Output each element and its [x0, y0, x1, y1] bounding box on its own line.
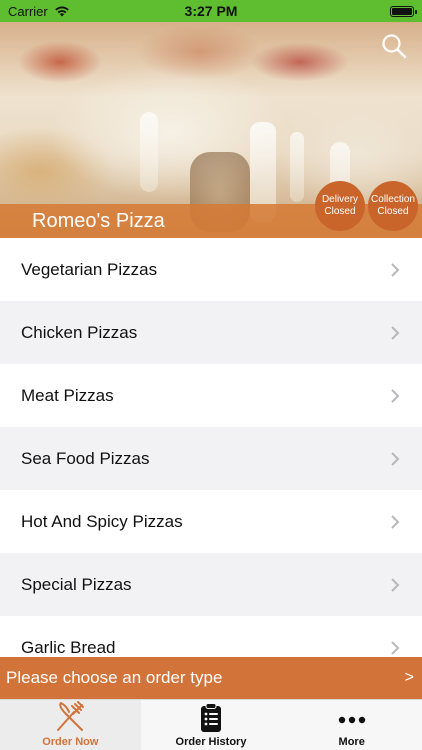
tab-label: Order History — [175, 736, 247, 748]
category-item-sea-food-pizzas[interactable]: Sea Food Pizzas — [0, 427, 422, 490]
category-list: Vegetarian Pizzas Chicken Pizzas Meat Pi… — [0, 238, 422, 657]
category-item-garlic-bread[interactable]: Garlic Bread — [0, 616, 422, 657]
category-label: Garlic Bread — [21, 637, 116, 657]
carrier-label: Carrier — [8, 3, 48, 19]
category-label: Sea Food Pizzas — [21, 448, 150, 468]
category-label: Vegetarian Pizzas — [21, 259, 158, 279]
status-left: Carrier — [8, 4, 70, 19]
order-type-prompt: Please choose an order type — [6, 668, 223, 687]
battery-icon — [390, 5, 417, 17]
category-label: Meat Pizzas — [21, 385, 114, 405]
category-item-special-pizzas[interactable]: Special Pizzas — [0, 553, 422, 616]
order-type-arrow: > — [404, 669, 414, 686]
delivery-badge-line1: Delivery — [321, 194, 359, 205]
collection-status-badge: Collection Closed — [368, 181, 418, 231]
chevron-right-icon — [391, 577, 400, 592]
restaurant-hero-image: Romeo's Pizza Delivery Closed Collection… — [0, 22, 422, 238]
category-label: Special Pizzas — [21, 574, 132, 594]
delivery-badge-line2: Closed — [324, 206, 356, 217]
choose-order-type-button[interactable]: Please choose an order type > — [0, 657, 422, 699]
collection-badge-line2: Closed — [377, 206, 409, 217]
category-item-meat-pizzas[interactable]: Meat Pizzas — [0, 364, 422, 427]
restaurant-name: Romeo's Pizza — [32, 210, 165, 232]
tab-bar: Order Now Order History More — [0, 699, 422, 750]
chevron-right-icon — [391, 262, 400, 277]
tab-label: Order Now — [42, 736, 99, 748]
more-dots-icon — [338, 716, 365, 724]
chevron-right-icon — [391, 388, 400, 403]
category-label: Chicken Pizzas — [21, 322, 138, 342]
chevron-right-icon — [391, 514, 400, 529]
category-item-vegetarian-pizzas[interactable]: Vegetarian Pizzas — [0, 238, 422, 301]
chevron-right-icon — [391, 451, 400, 466]
clipboard-list-icon — [201, 703, 221, 732]
chevron-right-icon — [391, 325, 400, 340]
fork-knife-icon — [57, 701, 85, 731]
tab-order-now[interactable]: Order Now — [0, 700, 141, 750]
search-icon[interactable] — [380, 32, 408, 60]
collection-badge-line1: Collection — [371, 194, 415, 205]
category-item-chicken-pizzas[interactable]: Chicken Pizzas — [0, 301, 422, 364]
status-bar: Carrier 3:27 PM — [0, 0, 422, 22]
tab-order-history[interactable]: Order History — [141, 700, 282, 750]
category-label: Hot And Spicy Pizzas — [21, 511, 183, 531]
chevron-right-icon — [391, 640, 400, 655]
wifi-icon — [54, 6, 69, 17]
category-item-hot-and-spicy-pizzas[interactable]: Hot And Spicy Pizzas — [0, 490, 422, 553]
tab-label: More — [338, 736, 365, 748]
delivery-status-badge: Delivery Closed — [315, 181, 365, 231]
tab-more[interactable]: More — [281, 700, 422, 750]
